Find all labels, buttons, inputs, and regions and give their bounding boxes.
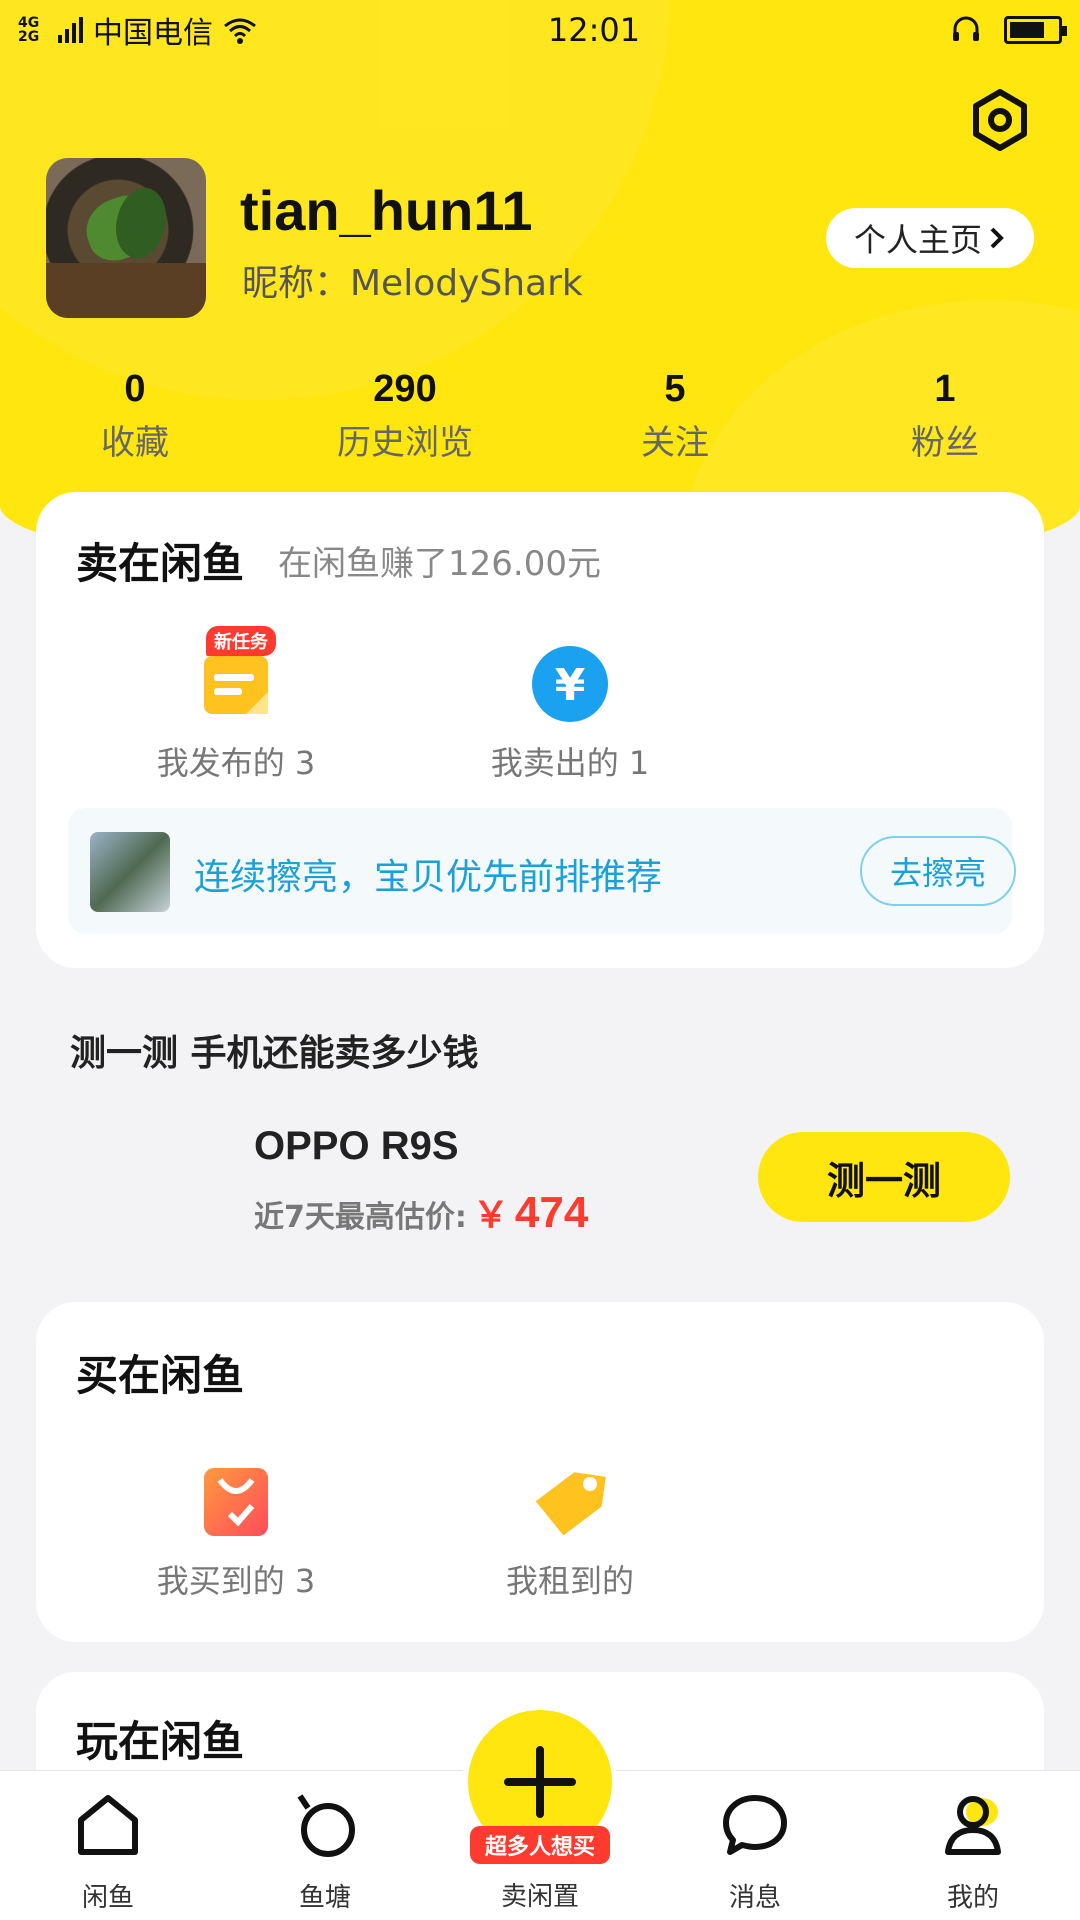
- grid-label: 我卖出的 1: [490, 744, 650, 782]
- rental-tag-icon: [530, 1462, 610, 1542]
- pond-icon: [250, 1785, 400, 1865]
- grid-label: 我发布的 3: [156, 744, 316, 782]
- nav-item-messages[interactable]: 消息: [680, 1785, 830, 1914]
- status-left: 4G 2G 中国电信: [18, 8, 438, 52]
- nav-label: 我的: [946, 1883, 999, 1913]
- my-bought-item[interactable]: 我买到的 3: [106, 1462, 366, 1602]
- status-right: [950, 14, 1067, 46]
- gear-hexagon-icon: [973, 89, 1027, 151]
- headset-icon: [953, 16, 979, 41]
- buy-card-title: 买在闲鱼: [76, 1351, 245, 1400]
- my-rented-item[interactable]: 我租到的: [440, 1462, 700, 1602]
- stat-value: 290: [373, 368, 437, 410]
- grid-label: 我租到的: [505, 1562, 634, 1600]
- new-task-badge: 新任务: [206, 626, 276, 656]
- username: tian_hun11: [240, 179, 533, 242]
- status-bar: 4G 2G 中国电信 12:01: [0, 0, 1080, 60]
- nav-label: 鱼塘: [298, 1883, 351, 1913]
- stat-favorites[interactable]: 0 收藏: [25, 368, 245, 464]
- price-currency: ￥: [472, 1195, 509, 1236]
- promo-thumbnail: [90, 832, 170, 912]
- wifi-icon: [224, 18, 256, 44]
- stat-label: 关注: [641, 423, 709, 463]
- message-icon: [680, 1785, 830, 1865]
- my-sold-item[interactable]: ¥ 我卖出的 1: [440, 644, 700, 784]
- stat-value: 0: [124, 368, 146, 410]
- stat-value: 1: [934, 368, 956, 410]
- status-time: 12:01: [547, 11, 641, 49]
- avatar[interactable]: [46, 158, 206, 318]
- nav-item-home[interactable]: 闲鱼: [33, 1785, 183, 1914]
- homepage-button[interactable]: 个人主页: [826, 208, 1034, 268]
- stat-label: 收藏: [101, 423, 169, 463]
- svg-text:¥: ¥: [555, 660, 586, 711]
- settings-button[interactable]: [960, 80, 1040, 160]
- chevron-right-icon: [990, 227, 1004, 249]
- popular-badge: 超多人想买: [470, 1826, 610, 1864]
- stat-fans[interactable]: 1 粉丝: [835, 368, 1055, 464]
- price-label: 近7天最高估价:: [254, 1200, 467, 1235]
- network-type: 4G 2G: [18, 15, 40, 45]
- nav-item-profile[interactable]: 我的: [898, 1785, 1048, 1914]
- signal-icon: [58, 17, 83, 43]
- home-icon: [33, 1785, 183, 1865]
- stat-label: 粉丝: [911, 423, 979, 463]
- price-estimate: 近7天最高估价: ￥ 474: [254, 1186, 588, 1238]
- sell-card: 卖在闲鱼 在闲鱼赚了126.00元 新任务 我发布的 3 ¥ 我卖出的 1 连续…: [36, 492, 1044, 968]
- published-icon: 新任务: [196, 626, 276, 724]
- stat-history[interactable]: 290 历史浏览: [295, 368, 515, 464]
- grid-label: 我买到的 3: [156, 1562, 316, 1600]
- price-value: 474: [514, 1188, 589, 1237]
- battery-icon: [1004, 16, 1067, 44]
- shopping-bag-icon: [196, 1462, 276, 1542]
- sell-card-earnings: 在闲鱼赚了126.00元: [278, 544, 601, 584]
- stat-value: 5: [664, 368, 686, 410]
- buy-card: 买在闲鱼 我买到的 3 我租到的: [36, 1302, 1044, 1642]
- estimate-button[interactable]: 测一测: [758, 1132, 1010, 1222]
- play-card-title: 玩在闲鱼: [76, 1717, 245, 1766]
- nav-label: 消息: [728, 1883, 781, 1913]
- carrier-name: 中国电信: [93, 16, 213, 51]
- profile-stats: 0 收藏 290 历史浏览 5 关注 1 粉丝: [0, 368, 1080, 468]
- polish-promo-banner[interactable]: 连续擦亮，宝贝优先前排推荐 去擦亮: [68, 808, 1016, 934]
- nav-label[interactable]: 卖闲置: [465, 1876, 615, 1913]
- nickname: 昵称：MelodyShark: [242, 263, 583, 304]
- nav-item-pond[interactable]: 鱼塘: [250, 1785, 400, 1914]
- promo-text: 连续擦亮，宝贝优先前排推荐: [194, 857, 663, 898]
- plus-icon: [504, 1746, 576, 1818]
- yuan-icon: ¥: [530, 644, 610, 724]
- phone-model: OPPO R9S: [254, 1124, 459, 1168]
- sell-card-title: 卖在闲鱼: [76, 539, 245, 588]
- profile-icon: [898, 1785, 1048, 1865]
- stat-label: 历史浏览: [337, 423, 473, 463]
- nav-label: 闲鱼: [81, 1883, 134, 1913]
- homepage-label: 个人主页: [853, 221, 982, 259]
- stat-following[interactable]: 5 关注: [565, 368, 785, 464]
- polish-button[interactable]: 去擦亮: [860, 836, 1016, 906]
- my-published-item[interactable]: 新任务 我发布的 3: [106, 626, 366, 784]
- estimate-title: 测一测 手机还能卖多少钱: [70, 1033, 479, 1074]
